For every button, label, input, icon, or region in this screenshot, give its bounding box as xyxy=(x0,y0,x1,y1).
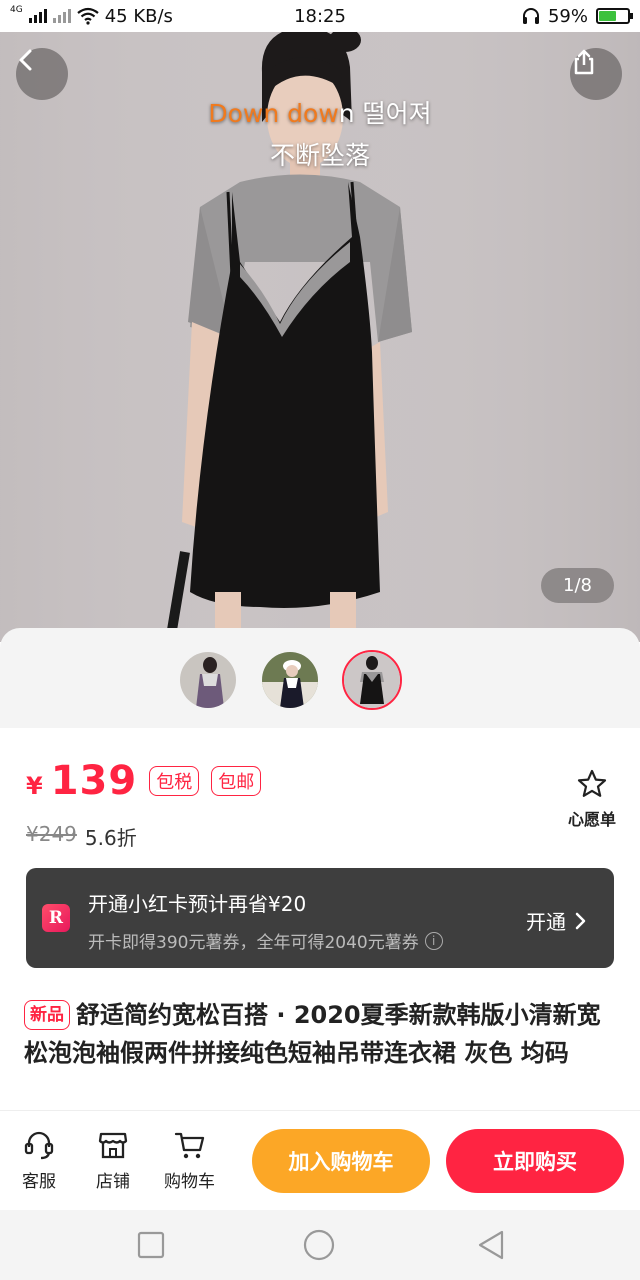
original-price: ¥249 xyxy=(26,822,77,846)
image-counter: 1/8 xyxy=(541,568,614,603)
currency-symbol: ¥ xyxy=(26,772,43,800)
red-card-logo: R xyxy=(42,904,70,932)
shop-icon xyxy=(98,1132,128,1159)
cart-label: 购物车 xyxy=(164,1172,215,1192)
status-bar: 4G 45 KB/s 18:25 59% xyxy=(0,0,640,32)
thumbnail-2[interactable] xyxy=(260,650,320,710)
battery-percent: 59% xyxy=(547,5,588,27)
info-icon[interactable]: i xyxy=(424,931,443,950)
customer-service-button[interactable]: 客服 xyxy=(22,1129,56,1192)
share-button[interactable] xyxy=(570,48,622,100)
thumbnail-1[interactable] xyxy=(178,650,238,710)
lyric-highlight: Down dow xyxy=(208,99,339,128)
network-label: 4G xyxy=(10,5,23,15)
product-image-carousel[interactable]: Down down 떨어져 不断坠落 1/8 xyxy=(0,32,640,642)
bottom-action-bar: 客服 店铺 购物车 加入购物车 立即购买 xyxy=(0,1110,640,1210)
headphones-icon xyxy=(522,8,539,24)
battery-fill xyxy=(599,11,616,21)
card-banner-title: 开通小红卡预计再省¥20 xyxy=(88,892,307,916)
thumbnail-3[interactable] xyxy=(342,650,402,710)
battery-icon xyxy=(596,8,633,24)
cart-button[interactable]: 购物车 xyxy=(164,1129,215,1192)
signal-2-icon xyxy=(52,9,71,23)
wishlist-label: 心愿单 xyxy=(567,810,616,829)
chevron-right-icon xyxy=(575,912,586,929)
shop-button[interactable]: 店铺 xyxy=(96,1129,130,1192)
cart-icon xyxy=(174,1132,204,1159)
star-icon xyxy=(577,769,607,797)
signal-icon xyxy=(28,9,47,23)
wifi-icon xyxy=(77,7,99,25)
home-icon[interactable] xyxy=(302,1228,336,1262)
network-speed: 45 KB/s xyxy=(104,5,173,27)
buy-now-button[interactable]: 立即购买 xyxy=(446,1129,624,1193)
lyric-line-2: 不断坠落 xyxy=(269,141,370,170)
open-card-button[interactable]: 开通 xyxy=(526,906,586,935)
wishlist-button[interactable]: 心愿单 xyxy=(568,768,616,830)
free-shipping-tag: 包邮 xyxy=(211,766,262,796)
headset-icon xyxy=(24,1131,54,1160)
customer-service-label: 客服 xyxy=(22,1172,56,1192)
tax-included-tag: 包税 xyxy=(149,766,200,796)
shop-label: 店铺 xyxy=(96,1172,130,1192)
price-amount: 139 xyxy=(50,758,138,804)
thumbnail-3-image xyxy=(344,652,400,708)
original-price-row: ¥249 5.6折 xyxy=(26,822,137,851)
back-button[interactable] xyxy=(16,48,68,100)
product-title-block: 新品 舒适简约宽松百搭 · 2020夏季新款韩版小清新宽松泡泡袖假两件拼接纯色短袖… xyxy=(24,996,616,1072)
lyric-line-1: Down down 떨어져 xyxy=(0,94,640,130)
chevron-left-icon xyxy=(19,49,32,71)
card-banner-subtitle: 开卡即得390元薯券，全年可得2040元薯券 i xyxy=(88,928,443,953)
open-card-label: 开通 xyxy=(526,910,566,934)
thumbnail-2-image xyxy=(262,652,318,708)
product-title: 舒适简约宽松百搭 · 2020夏季新款韩版小清新宽松泡泡袖假两件拼接纯色短袖吊带… xyxy=(24,1001,601,1067)
system-nav-bar xyxy=(0,1210,640,1280)
share-icon xyxy=(574,49,594,75)
price-row: ¥ 139 包税 包邮 xyxy=(26,758,262,804)
recent-apps-icon[interactable] xyxy=(134,1228,168,1262)
thumbnail-1-image xyxy=(180,652,236,708)
discount-label: 5.6折 xyxy=(84,826,137,850)
card-banner-subtitle-text: 开卡即得390元薯券，全年可得2040元薯券 xyxy=(88,933,419,953)
thumbnail-strip xyxy=(0,628,640,728)
back-nav-icon[interactable] xyxy=(474,1228,508,1262)
add-to-cart-button[interactable]: 加入购物车 xyxy=(252,1129,430,1193)
membership-card-banner[interactable]: R 开通小红卡预计再省¥20 开卡即得390元薯券，全年可得2040元薯券 i … xyxy=(26,868,614,968)
lyric-rest: n 떨어져 xyxy=(338,99,432,128)
new-product-tag: 新品 xyxy=(24,1000,70,1030)
